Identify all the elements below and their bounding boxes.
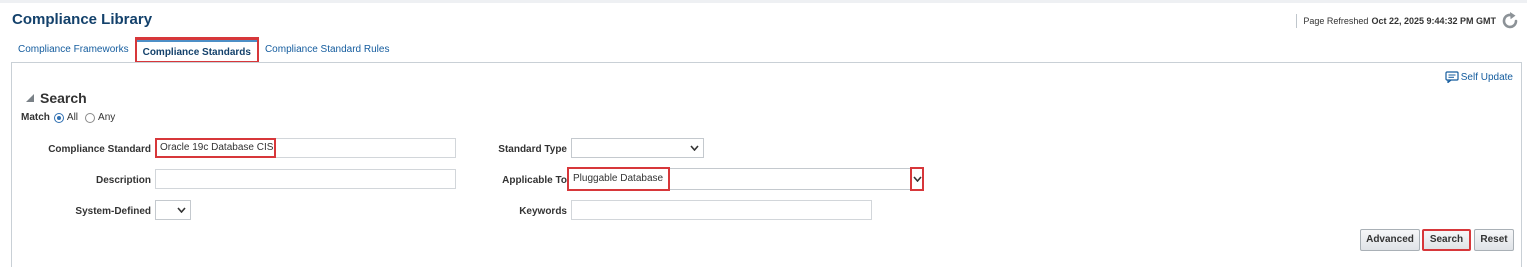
description-input[interactable] <box>155 169 456 189</box>
reset-button[interactable]: Reset <box>1474 229 1514 251</box>
compliance-standard-label: Compliance Standard <box>48 144 151 155</box>
keywords-label: Keywords <box>519 206 567 217</box>
standard-type-label: Standard Type <box>498 144 567 155</box>
refresh-label: Page Refreshed <box>1303 16 1369 26</box>
tab-compliance-frameworks[interactable]: Compliance Frameworks <box>12 37 135 63</box>
compliance-standard-value-highlight: Oracle 19c Database CIS <box>155 138 276 158</box>
chevron-down-icon <box>177 207 186 213</box>
system-defined-label: System-Defined <box>75 206 151 217</box>
tab-compliance-standards[interactable]: Compliance Standards <box>134 37 259 63</box>
advanced-button-label: Advanced <box>1366 234 1414 245</box>
match-all-radio[interactable] <box>53 112 64 123</box>
keywords-input[interactable] <box>571 200 872 220</box>
system-defined-select[interactable] <box>155 200 191 220</box>
search-panel: Self Update Search Match All Any Complia… <box>11 62 1522 267</box>
standard-type-select[interactable] <box>571 138 704 158</box>
match-all-label: All <box>66 112 79 123</box>
search-title: Search <box>40 90 87 106</box>
tab-bar: Compliance Frameworks Compliance Standar… <box>12 37 395 63</box>
tab-compliance-standard-rules[interactable]: Compliance Standard Rules <box>259 37 396 63</box>
advanced-button[interactable]: Advanced <box>1360 229 1420 251</box>
search-section-toggle[interactable]: Search <box>25 90 87 106</box>
page-title: Compliance Library <box>12 11 153 28</box>
applicable-to-value-highlight: Pluggable Database <box>567 167 670 191</box>
match-row: Match All Any <box>21 112 122 123</box>
applicable-to-label: Applicable To <box>502 175 567 186</box>
chat-bubble-icon <box>1445 71 1459 83</box>
match-any-radio[interactable] <box>85 112 96 123</box>
top-border <box>0 0 1527 3</box>
refresh-icon[interactable] <box>1499 10 1521 32</box>
search-button[interactable]: Search <box>1422 229 1471 251</box>
description-label: Description <box>95 175 151 186</box>
match-label: Match <box>21 112 50 123</box>
self-update-link[interactable]: Self Update <box>1445 71 1513 83</box>
collapse-triangle-icon <box>26 94 34 102</box>
chevron-down-icon <box>913 176 922 182</box>
refresh-timestamp: Oct 22, 2025 9:44:32 PM GMT <box>1371 16 1496 26</box>
applicable-to-dropdown-button[interactable] <box>910 167 924 191</box>
chevron-down-icon <box>690 145 699 151</box>
page-refresh-area: Page Refreshed Oct 22, 2025 9:44:32 PM G… <box>1296 10 1521 32</box>
self-update-label: Self Update <box>1460 71 1513 83</box>
match-any-label: Any <box>98 112 116 123</box>
divider <box>1296 14 1298 28</box>
